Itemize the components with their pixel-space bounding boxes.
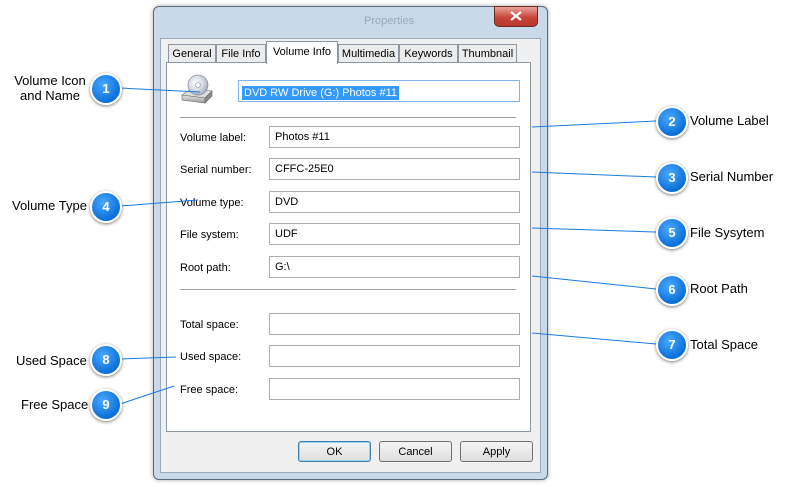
callout-badge-5: 5 [656,217,688,249]
window-title: Properties [364,15,415,27]
callout-badge-2: 2 [656,106,688,138]
free-space-label: Free space: [180,384,239,396]
callout-text-2: Volume Label [690,113,769,128]
file-system-label: File system: [180,229,239,241]
cancel-button[interactable]: Cancel [379,441,452,462]
tab-volume-info[interactable]: Volume Info [266,41,338,64]
callout-text-6: Root Path [690,281,748,296]
callout-text-8: Used Space [16,353,87,368]
callout-badge-8: 8 [90,344,122,376]
used-space-field[interactable] [269,345,520,367]
callout-badge-1: 1 [90,73,122,105]
callout-badge-7: 7 [656,329,688,361]
volume-type-field[interactable]: DVD [269,191,520,213]
callout-badge-3: 3 [656,162,688,194]
used-space-label: Used space: [180,351,242,363]
tab-keywords[interactable]: Keywords [399,44,458,62]
volume-label-field[interactable]: Photos #11 [269,126,520,148]
volume-name-text: DVD RW Drive (G:) Photos #11 [242,86,400,100]
callout-line-7 [531,332,657,345]
callout-text-7: Total Space [690,337,758,352]
tab-file-info[interactable]: File Info [216,44,266,62]
callout-text-9: Free Space [21,397,89,412]
callout-text-5: File Sysytem [690,225,765,240]
total-space-field[interactable] [269,313,520,335]
serial-number-label: Serial number: [180,164,252,176]
callout-text-1-line1: Volume Icon [14,73,86,88]
tab-multimedia[interactable]: Multimedia [338,44,399,62]
callout-line-2 [531,120,657,128]
total-space-label: Total space: [180,319,239,331]
callout-badge-6: 6 [656,274,688,306]
dvd-drive-icon [181,74,213,104]
root-path-label: Root path: [180,262,231,274]
separator-bottom [180,289,516,291]
root-path-field[interactable]: G:\ [269,256,520,278]
tab-thumbnail[interactable]: Thumbnail [458,44,517,62]
callout-line-3 [531,171,657,178]
callout-line-5 [531,227,657,233]
free-space-field[interactable] [269,378,520,400]
callout-text-1-line2: and Name [20,88,80,103]
callout-line-6 [531,275,657,290]
callout-text-4: Volume Type [12,198,87,213]
close-icon [510,11,522,21]
file-system-field[interactable]: UDF [269,223,520,245]
callout-badge-4: 4 [90,191,122,223]
callout-text-3: Serial Number [690,169,774,184]
close-button[interactable] [494,6,538,27]
separator-top [180,117,516,119]
volume-name-field[interactable]: DVD RW Drive (G:) Photos #11 [238,80,520,102]
callout-badge-9: 9 [90,389,122,421]
callout-text-1: Volume Icon and Name [12,73,88,103]
tab-general[interactable]: General [168,44,216,62]
volume-type-label: Volume type: [180,197,244,209]
ok-button[interactable]: OK [298,441,371,462]
serial-number-field[interactable]: CFFC-25E0 [269,158,520,180]
apply-button[interactable]: Apply [460,441,533,462]
volume-label-label: Volume label: [180,132,247,144]
